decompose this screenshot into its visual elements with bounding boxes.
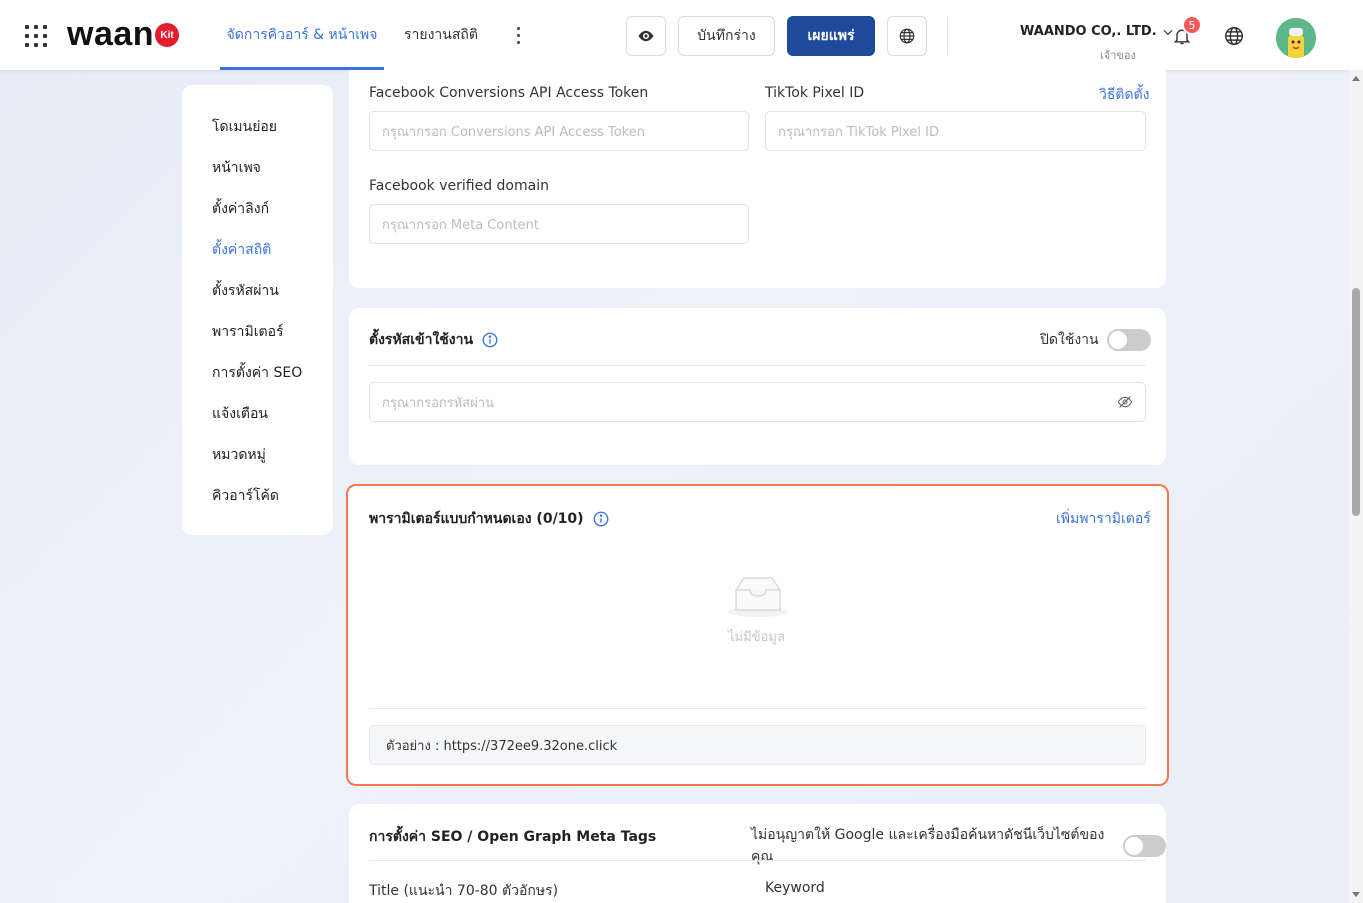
tiktok-howto-link[interactable]: วิธีติดตั้ง [1099,84,1150,106]
password-toggle-label: ปิดใช้งาน [1040,332,1099,348]
info-icon[interactable] [481,331,499,349]
top-bar: waan Kit จัดการคิวอาร์ & หน้าเพจ รายงานส… [0,0,1363,70]
password-title-text: ตั้งรหัสเข้าใช้งาน [369,332,474,348]
tab-statistics-report[interactable]: รายงานสถิติ [404,0,478,70]
header-divider [947,18,948,54]
info-icon[interactable] [592,510,610,528]
seo-card: การตั้งค่า SEO / Open Graph Meta Tags ไม… [349,804,1166,903]
globe-icon [899,28,915,44]
scroll-thumb[interactable] [1352,288,1360,516]
example-url-box: ตัวอย่าง : https://372ee9.32one.click [369,725,1146,765]
fb-capi-label: Facebook Conversions API Access Token [369,85,649,101]
settings-sidebar: โดเมนย่อย หน้าเพจ ตั้งค่าลิงก์ ตั้งค่าสถ… [182,85,333,535]
eye-icon [638,30,654,42]
page-scrollbar[interactable] [1349,70,1363,903]
notification-badge: 5 [1182,15,1202,35]
empty-inbox-icon [728,577,788,617]
save-draft-button[interactable]: บันทึกร่าง [678,16,775,56]
publish-button[interactable]: เผยแพร่ [787,16,875,56]
sidebar-item-stats-settings[interactable]: ตั้งค่าสถิติ [212,239,271,261]
logo[interactable]: waan Kit [67,14,180,54]
preview-button[interactable] [626,16,666,56]
language-globe-icon[interactable] [1223,25,1245,47]
add-parameter-link[interactable]: เพิ่มพารามิเตอร์ [1056,508,1151,530]
avatar[interactable] [1276,18,1316,58]
tracking-settings-card: Facebook Conversions API Access Token กร… [349,70,1166,288]
seo-noindex-toggle-group: ไม่อนุญาตให้ Google และเครื่องมือค้นหาดั… [751,824,1166,868]
seo-title-label: Title (แนะนำ 70-80 ตัวอักษร) [369,883,559,899]
seo-section-title: การตั้งค่า SEO / Open Graph Meta Tags [369,829,657,845]
password-toggle-group: ปิดใช้งาน [1040,329,1151,351]
sidebar-item-notifications[interactable]: แจ้งเตือน [212,403,268,425]
fb-domain-label: Facebook verified domain [369,178,549,194]
sidebar-item-subdomain[interactable]: โดเมนย่อย [212,116,277,138]
logo-text: waan [67,14,155,53]
user-role: เจ้าของ [1100,49,1136,62]
divider [369,860,1146,861]
company-name: WAANDO CO,. LTD. [1020,24,1157,39]
password-toggle[interactable] [1106,329,1151,351]
sidebar-item-link-settings[interactable]: ตั้งค่าลิงก์ [212,198,269,220]
seo-noindex-toggle[interactable] [1123,835,1166,857]
site-globe-button[interactable] [887,16,927,56]
divider [369,365,1146,366]
divider [369,708,1146,709]
password-section-title: ตั้งรหัสเข้าใช้งาน [369,329,499,351]
tiktok-pixel-input[interactable]: กรุณากรอก TikTok Pixel ID [765,111,1146,151]
eye-off-icon[interactable] [1117,394,1133,410]
seo-noindex-label: ไม่อนุญาตให้ Google และเครื่องมือค้นหาดั… [751,827,1105,865]
sidebar-item-qr-code[interactable]: คิวอาร์โค้ด [212,485,279,507]
apps-grid-icon[interactable] [25,25,47,47]
sidebar-item-pages[interactable]: หน้าเพจ [212,157,261,179]
sidebar-item-password[interactable]: ตั้งรหัสผ่าน [212,280,279,302]
tab-manage-qr-pages[interactable]: จัดการคิวอาร์ & หน้าเพจ [220,0,384,70]
avatar-image [1276,18,1316,58]
params-section-title: พารามิเตอร์แบบกำหนดเอง (0/10) [369,508,610,530]
scroll-down-arrow[interactable] [1352,892,1360,897]
fb-capi-input[interactable]: กรุณากรอก Conversions API Access Token [369,111,749,151]
sidebar-item-seo[interactable]: การตั้งค่า SEO [212,362,302,384]
empty-state-text: ไม่มีข้อมูล [728,630,785,645]
password-placeholder: กรุณากรอกรหัสผ่าน [382,395,495,411]
seo-keyword-label: Keyword [765,880,825,896]
custom-parameters-card: พารามิเตอร์แบบกำหนดเอง (0/10) เพิ่มพาราม… [346,484,1169,786]
sidebar-item-parameters[interactable]: พารามิเตอร์ [212,321,284,343]
logo-badge: Kit [155,23,180,47]
password-card: ตั้งรหัสเข้าใช้งาน ปิดใช้งาน กรุณากรอกรห… [349,308,1166,465]
scroll-up-arrow[interactable] [1352,76,1360,81]
more-vertical-icon[interactable] [510,24,526,46]
sidebar-item-categories[interactable]: หมวดหมู่ [212,444,266,466]
tiktok-pixel-label: TikTok Pixel ID [765,85,865,101]
fb-domain-input[interactable]: กรุณากรอก Meta Content [369,204,749,244]
params-title-text: พารามิเตอร์แบบกำหนดเอง (0/10) [369,511,584,527]
password-input[interactable]: กรุณากรอกรหัสผ่าน [369,382,1146,422]
company-switcher[interactable]: WAANDO CO,. LTD. [1020,24,1175,39]
